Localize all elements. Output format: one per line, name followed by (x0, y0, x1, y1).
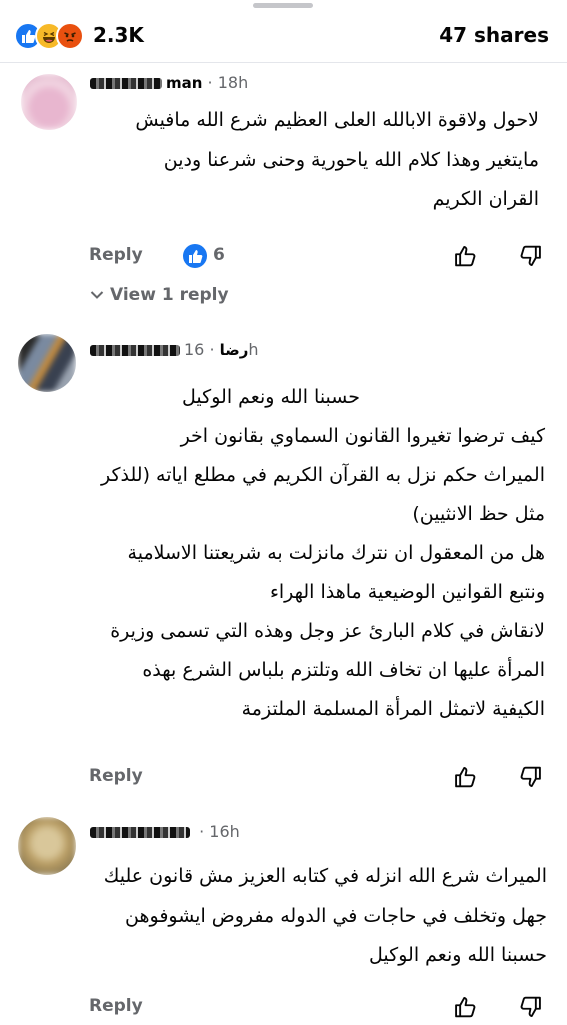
angry-icon (56, 22, 84, 50)
comment-line: لانقاش في كلام البارئ عز وجل وهذه التي ت… (110, 620, 545, 642)
comment-line: لاحول ولاقوة الابالله العلى العظيم شرع ا… (135, 109, 539, 131)
comment-line: مثل حظ الانثيين) (412, 503, 545, 525)
comment-body: حسبنا الله ونعم الوكيل كيف ترضوا تغيروا … (85, 378, 545, 729)
chevron-down-icon (90, 285, 104, 305)
like-badge-icon (183, 244, 207, 268)
comment-line: الميراث حكم نزل به القرآن الكريم في مطلع… (100, 464, 545, 486)
author-name-redacted[interactable] (90, 78, 162, 89)
comment-time[interactable]: · 18h (208, 73, 249, 92)
comment-line: ونتبع القوانين الوضيعية ماهذا الهراء (269, 581, 545, 603)
comment-line: حسبنا الله ونعم الوكيل (369, 944, 547, 966)
comment-line: مايتغير وهذا كلام الله ياحورية وحنى شرعن… (163, 148, 539, 171)
comment-line: الكيفية لاتمثل المرأة المسلمة الملتزمة (241, 698, 545, 720)
thumbs-up-icon[interactable] (452, 763, 482, 793)
comment-line: كيف ترضوا تغيروا القانون السماوي بقانون … (180, 425, 545, 447)
divider (0, 62, 567, 63)
author-name[interactable]: man (166, 74, 202, 92)
author-name-redacted[interactable] (90, 345, 180, 356)
reactions-summary[interactable]: 2.3K 47 shares (0, 14, 567, 54)
drag-handle[interactable] (253, 3, 313, 8)
author-name-redacted[interactable] (90, 827, 190, 838)
comment-meta: رضا · 16h (90, 340, 259, 359)
view-replies-label[interactable]: View 1 reply (110, 285, 229, 305)
thumbs-up-icon[interactable] (452, 993, 482, 1023)
comment-line: الميراث شرع الله انزله في كتابه العزيز م… (103, 865, 547, 887)
thumbs-down-icon[interactable] (516, 242, 546, 272)
avatar[interactable] (21, 74, 77, 130)
view-replies-link[interactable]: View 1 reply (90, 285, 229, 305)
comment-line: هل من المعقول ان نترك مانزلت به شريعتنا … (127, 542, 545, 564)
reply-button[interactable]: Reply (89, 245, 143, 265)
comment-line: حسبنا الله ونعم الوكيل (182, 386, 360, 408)
thumbs-up-icon[interactable] (452, 242, 482, 272)
reply-button[interactable]: Reply (89, 996, 143, 1016)
avatar[interactable] (18, 334, 76, 392)
avatar[interactable] (18, 817, 76, 875)
comment-meta: · 16h (90, 822, 240, 841)
reply-button[interactable]: Reply (89, 766, 143, 786)
shares-count[interactable]: 47 shares (439, 23, 549, 47)
like-count[interactable]: 6 (213, 245, 225, 265)
comment-line: القران الكريم (432, 188, 539, 210)
comment-time[interactable]: · 16h (199, 822, 240, 841)
comment-line: جهل وتخلف في حاجات في الدوله مفروض ايشوف… (125, 904, 547, 927)
thumbs-down-icon[interactable] (516, 993, 546, 1023)
thumbs-down-icon[interactable] (516, 763, 546, 793)
comment-body: الميراث شرع الله انزله في كتابه العزيز م… (77, 857, 547, 976)
reaction-count[interactable]: 2.3K (93, 23, 144, 47)
comment-meta: man · 18h (90, 73, 248, 92)
comment-body: لاحول ولاقوة الابالله العلى العظيم شرع ا… (89, 101, 539, 220)
reaction-icons (14, 22, 90, 50)
author-name[interactable]: رضا (220, 341, 249, 359)
comment-line: المرأة عليها ان تخاف الله وتلتزم بلباس ا… (142, 659, 545, 681)
